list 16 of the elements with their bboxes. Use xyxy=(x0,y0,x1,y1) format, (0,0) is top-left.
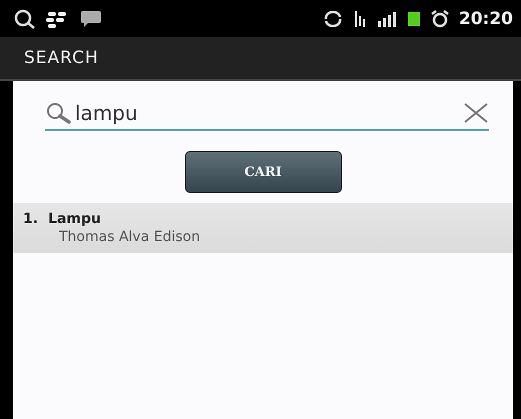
result-item[interactable]: 1. Lampu Thomas Alva Edison xyxy=(13,203,513,253)
clear-icon[interactable] xyxy=(463,102,489,124)
result-number: 1. xyxy=(23,211,38,227)
result-title: Lampu xyxy=(48,211,102,227)
sync-icon xyxy=(322,10,343,26)
result-subtitle: Thomas Alva Edison xyxy=(58,229,202,245)
search-field[interactable]: lampu xyxy=(75,101,461,125)
search-icon xyxy=(14,8,36,28)
alarm-icon xyxy=(430,10,449,28)
signal-icon xyxy=(376,10,397,26)
chat-icon xyxy=(80,10,102,28)
search-icon xyxy=(45,101,73,125)
screen-title: SEARCH xyxy=(24,48,99,68)
battery-icon xyxy=(406,10,421,26)
search-button[interactable]: CARI xyxy=(184,151,342,193)
clock-time: 20:20 xyxy=(458,8,513,28)
